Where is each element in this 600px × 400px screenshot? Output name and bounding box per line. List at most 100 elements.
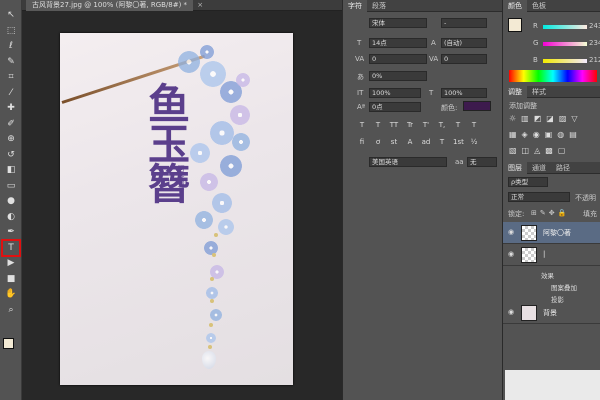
flower-petal — [210, 121, 234, 145]
opentype-button[interactable]: ad — [421, 138, 431, 148]
blur-icon[interactable]: ● — [3, 194, 19, 208]
flower-petal — [206, 333, 216, 343]
close-tab-icon[interactable]: × — [197, 0, 203, 11]
language-select[interactable]: 美国英语 — [369, 157, 447, 167]
bead — [214, 233, 218, 237]
opentype-button[interactable]: fi — [357, 138, 367, 148]
blend-mode-select[interactable]: 正常 — [508, 192, 570, 202]
eyedropper-icon[interactable]: ⁄ — [3, 86, 19, 100]
flower-petal — [210, 309, 222, 321]
adjustment-icons-row-1[interactable]: ☼▥◩◪▨▽ — [509, 114, 583, 123]
opentype-button[interactable]: ơ — [373, 138, 383, 148]
brush-icon[interactable]: ✐ — [3, 117, 19, 131]
adjustment-icons-row-3[interactable]: ▧◫◬▩▢ — [509, 146, 570, 155]
type-icon[interactable]: T — [1, 238, 21, 257]
type-style-button[interactable]: T — [453, 121, 463, 131]
tab-channels[interactable]: 通道 — [527, 162, 551, 174]
visibility-eye-icon[interactable]: ◉ — [508, 228, 514, 236]
type-style-button[interactable]: T — [469, 121, 479, 131]
layer-name[interactable]: 背景 — [543, 308, 557, 318]
path-select-icon[interactable]: ▶ — [3, 256, 19, 270]
opentype-button[interactable]: st — [389, 138, 399, 148]
layer-row-background[interactable]: ◉ 背景 — [503, 302, 600, 324]
dodge-icon[interactable]: ◐ — [3, 210, 19, 224]
font-size-field[interactable]: 14点 — [369, 38, 427, 48]
tab-paragraph[interactable]: 段落 — [367, 0, 391, 12]
font-family-select[interactable]: 宋体 — [369, 18, 427, 28]
lasso-icon[interactable]: ℓ — [3, 39, 19, 53]
tracking-field[interactable]: 0 — [441, 54, 487, 64]
leading-field[interactable]: (自动) — [441, 38, 487, 48]
baseline-shift-field[interactable]: 0点 — [369, 102, 421, 112]
type-style-button[interactable]: T, — [437, 121, 447, 131]
fill-label: 填充 — [583, 210, 597, 218]
type-style-button[interactable]: T' — [421, 121, 431, 131]
tsume-field[interactable]: 0% — [369, 71, 427, 81]
horizontal-scale-field[interactable]: 100% — [441, 88, 487, 98]
adjustment-icons-row-2[interactable]: ▦◈◉▣◍▤ — [509, 130, 582, 139]
foreground-color-icon[interactable] — [3, 338, 14, 349]
r-slider[interactable] — [543, 25, 587, 29]
layer-kind-filter[interactable]: ρ类型 — [508, 177, 548, 187]
document-canvas[interactable]: 鱼 玉 簪 阿黎〇著 — [60, 33, 293, 385]
pen-icon[interactable]: ✒ — [3, 225, 19, 239]
tsume-icon: あ — [357, 73, 364, 81]
flower-petal — [232, 133, 250, 151]
tab-swatches[interactable]: 色板 — [527, 0, 551, 12]
type-style-button[interactable]: T — [373, 121, 383, 131]
gradient-icon[interactable]: ▭ — [3, 179, 19, 193]
layer-row-text-author[interactable]: ◉ 阿黎〇著 — [503, 222, 600, 244]
marquee-icon[interactable]: ⬚ — [3, 24, 19, 38]
adjust-panel-tabs: 调整 样式 — [503, 86, 600, 98]
type-style-button[interactable]: Tr — [405, 121, 415, 131]
g-slider[interactable] — [543, 42, 587, 46]
lock-icons[interactable]: ⊞✎✥🔒 — [531, 209, 569, 217]
color-spectrum[interactable] — [509, 70, 597, 82]
artwork-author: 阿黎〇著 — [177, 165, 185, 193]
horizontal-scale-icon: T — [429, 89, 434, 97]
layer-name[interactable]: | — [543, 250, 545, 258]
opentype-button[interactable]: ½ — [469, 138, 479, 148]
shape-icon[interactable]: ■ — [3, 272, 19, 286]
visibility-eye-icon[interactable]: ◉ — [508, 308, 514, 316]
g-value[interactable]: 234 — [589, 39, 600, 47]
healing-icon[interactable]: ✚ — [3, 101, 19, 115]
crop-icon[interactable]: ⌗ — [3, 70, 19, 84]
foreground-color-swatch[interactable] — [508, 18, 522, 32]
move-icon[interactable]: ↖ — [3, 8, 19, 22]
type-style-button[interactable]: TT — [389, 121, 399, 131]
clone-icon[interactable]: ⊕ — [3, 132, 19, 146]
layer-name[interactable]: 阿黎〇著 — [543, 228, 571, 238]
layer-row-text-bar[interactable]: ◉ | — [503, 244, 600, 266]
history-brush-icon[interactable]: ↺ — [3, 148, 19, 162]
document-tab[interactable]: 古风背景27.jpg @ 100% (阿黎〇著, RGB/8#) * × — [26, 0, 203, 11]
quick-select-icon[interactable]: ✎ — [3, 55, 19, 69]
effect-pattern-overlay[interactable]: 图案叠加 — [551, 282, 577, 292]
tab-adjustments[interactable]: 调整 — [503, 86, 527, 98]
opentype-button[interactable]: A — [405, 138, 415, 148]
tab-color[interactable]: 颜色 — [503, 0, 527, 12]
flower-petal — [200, 45, 214, 59]
vertical-scale-field[interactable]: 100% — [369, 88, 421, 98]
b-slider[interactable] — [543, 59, 587, 63]
font-style-select[interactable]: - — [441, 18, 487, 28]
effects-label[interactable]: 效果 — [541, 270, 554, 280]
text-color-swatch[interactable] — [463, 101, 491, 111]
b-value[interactable]: 212 — [589, 56, 600, 64]
hand-icon[interactable]: ✋ — [3, 287, 19, 301]
flower-petal — [195, 211, 213, 229]
eraser-icon[interactable]: ◧ — [3, 163, 19, 177]
tab-character[interactable]: 字符 — [343, 0, 367, 12]
zoom-icon[interactable]: ⌕ — [3, 303, 19, 317]
tab-paths[interactable]: 路径 — [551, 162, 575, 174]
bead — [210, 299, 214, 303]
tab-styles[interactable]: 样式 — [527, 86, 551, 98]
kerning-field[interactable]: 0 — [369, 54, 427, 64]
r-value[interactable]: 243 — [589, 22, 600, 30]
type-style-button[interactable]: T — [357, 121, 367, 131]
visibility-eye-icon[interactable]: ◉ — [508, 250, 514, 258]
tab-layers[interactable]: 图层 — [503, 162, 527, 174]
antialias-select[interactable]: 无 — [467, 157, 497, 167]
opentype-button[interactable]: 1st — [453, 138, 464, 148]
opentype-button[interactable]: T — [437, 138, 447, 148]
